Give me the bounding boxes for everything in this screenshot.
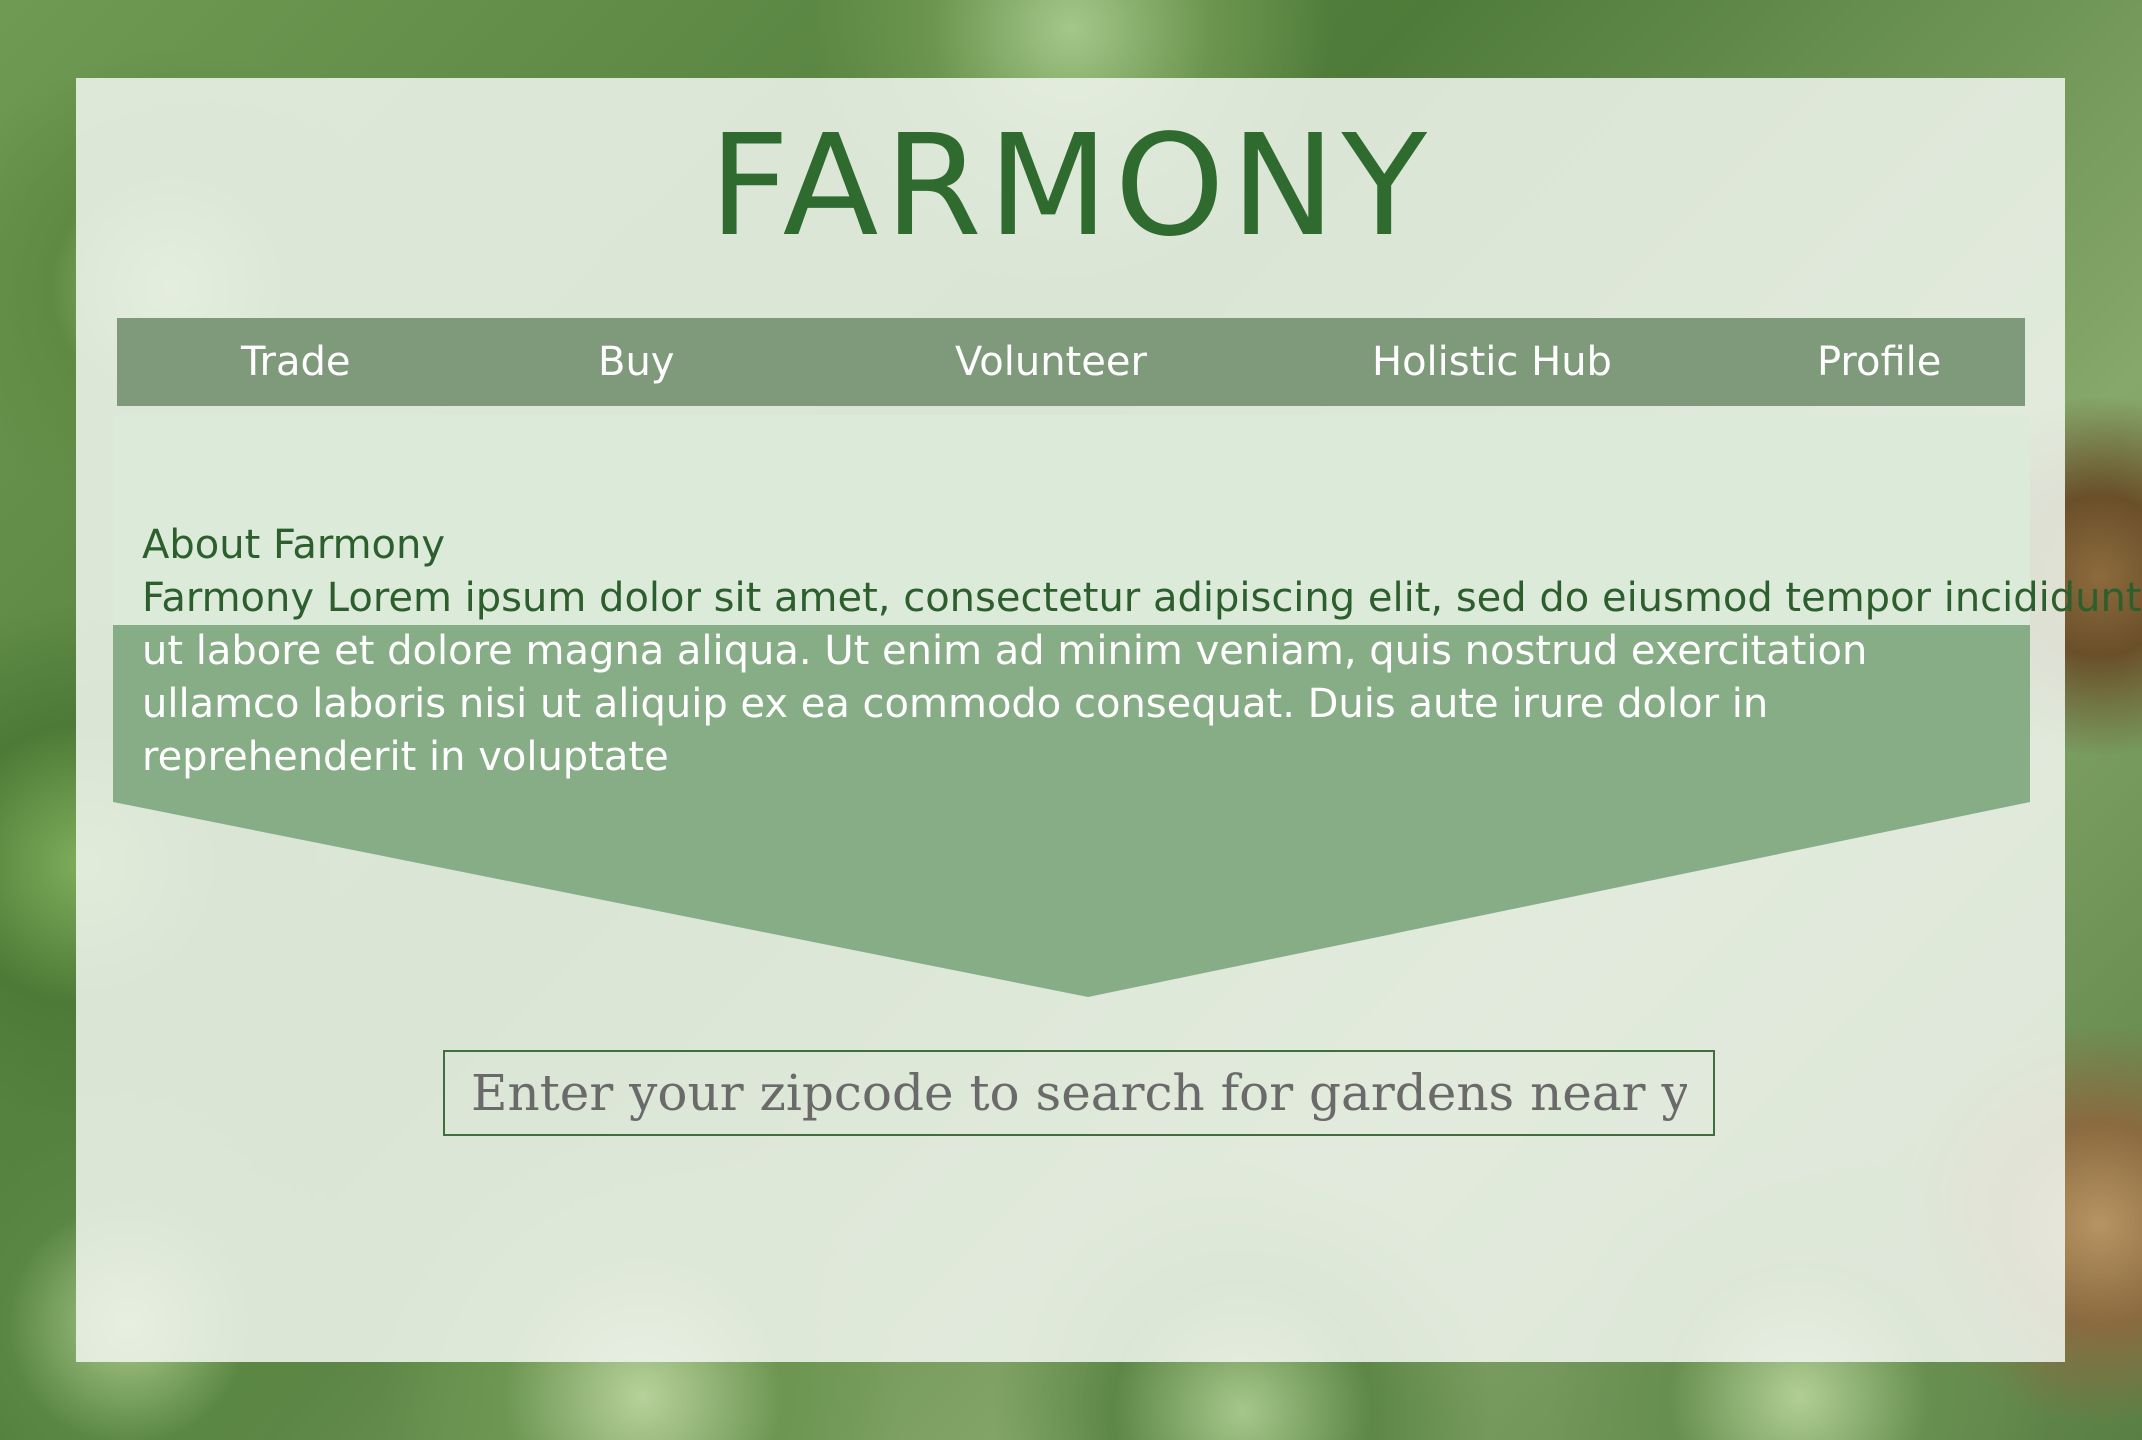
nav-item-volunteer[interactable]: Volunteer [955,318,1147,406]
page-title: FARMONY [709,105,1433,268]
zipcode-search-input[interactable] [443,1050,1715,1136]
main-nav: Trade Buy Volunteer Holistic Hub Profile [117,318,2025,406]
about-text: Farmony Lorem ipsum dolor sit amet, cons… [142,572,2142,784]
nav-item-profile[interactable]: Profile [1817,318,1941,406]
about-text-line: Farmony Lorem ipsum dolor sit amet, cons… [142,575,2142,621]
nav-item-holistic-hub[interactable]: Holistic Hub [1372,318,1612,406]
about-text-continued: ut labore et dolore magna aliqua. Ut eni… [142,628,1868,780]
nav-item-trade[interactable]: Trade [241,318,351,406]
about-heading: About Farmony [142,522,446,568]
nav-item-buy[interactable]: Buy [598,318,674,406]
